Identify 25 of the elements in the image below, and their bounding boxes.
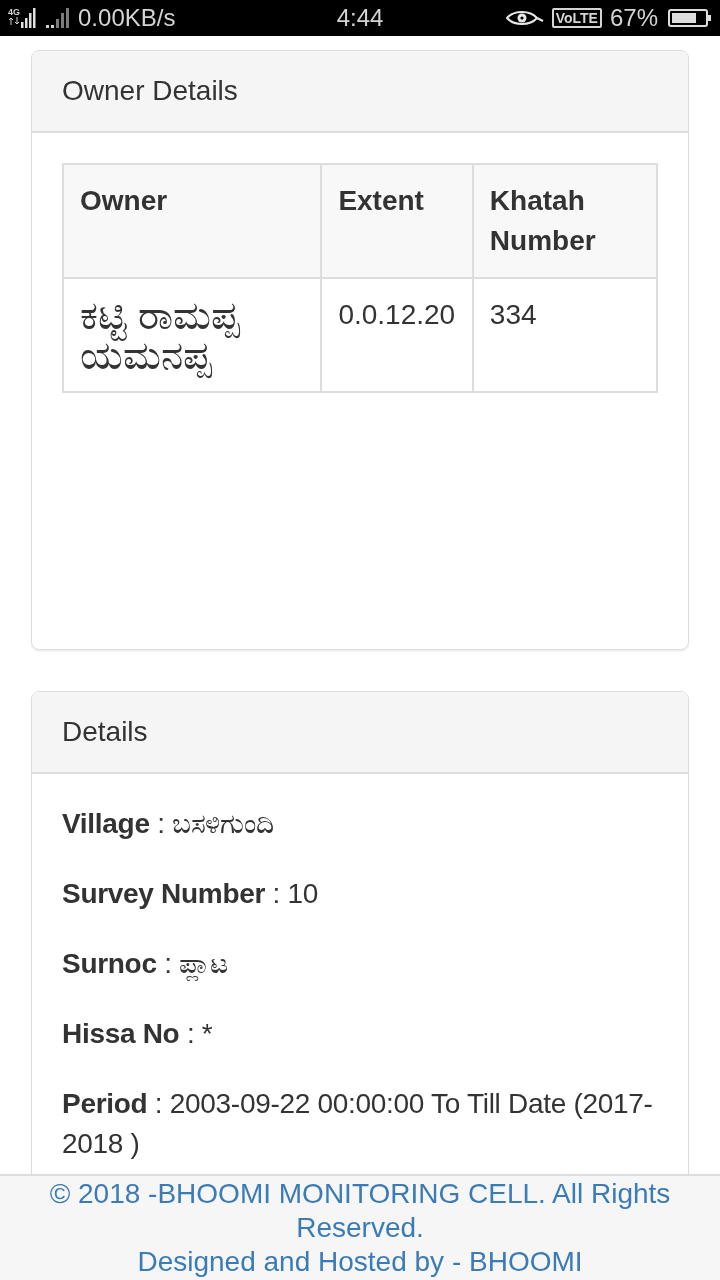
volte-indicator: VoLTE bbox=[551, 8, 602, 28]
signal-strength-icon bbox=[46, 8, 70, 28]
eye-icon bbox=[505, 9, 544, 27]
table-header-cell: Owner bbox=[63, 164, 322, 278]
table-header-cell: Khatah Number bbox=[472, 164, 657, 278]
detail-line: Hissa No : * bbox=[62, 1017, 214, 1051]
panel-title: Details bbox=[62, 716, 148, 747]
clock-time: 4:44 bbox=[336, 4, 384, 32]
detail-line: Village : ಬಸಳಿಗುಂದಿ bbox=[62, 807, 275, 841]
data-transfer-icon bbox=[8, 16, 20, 25]
copyright-text: © 2018 -BHOOMI MONITORING CELL. All Rights Reserved. bbox=[48, 1177, 672, 1245]
credits-text: Designed and Hosted by - BHOOMI bbox=[136, 1245, 584, 1279]
data-rate-text: 0.00KB/s bbox=[78, 4, 176, 32]
detail-line: Period : 2003-09-22 00:00:00 To Till Date (2017-2018 ) bbox=[62, 1087, 654, 1161]
panel-title: Owner Details bbox=[62, 75, 238, 106]
network-type-label: 4G bbox=[8, 7, 20, 17]
battery-percentage: 67% bbox=[609, 4, 658, 32]
detail-line: Survey Number : 10 bbox=[62, 877, 320, 911]
table-cell: ಕಟ್ಟಿ ರಾಮಪ್ಪ ಯಮನಪ್ಪ bbox=[63, 278, 322, 392]
table-header-cell: Extent bbox=[321, 164, 473, 278]
table-cell: 0.0.12.20 bbox=[321, 278, 473, 392]
battery-icon bbox=[668, 9, 712, 27]
table-cell: 334 bbox=[472, 278, 657, 392]
detail-line: Surnoc : ಪ್ಲಾಟ bbox=[62, 947, 229, 983]
signal-strength-icon bbox=[21, 8, 36, 28]
